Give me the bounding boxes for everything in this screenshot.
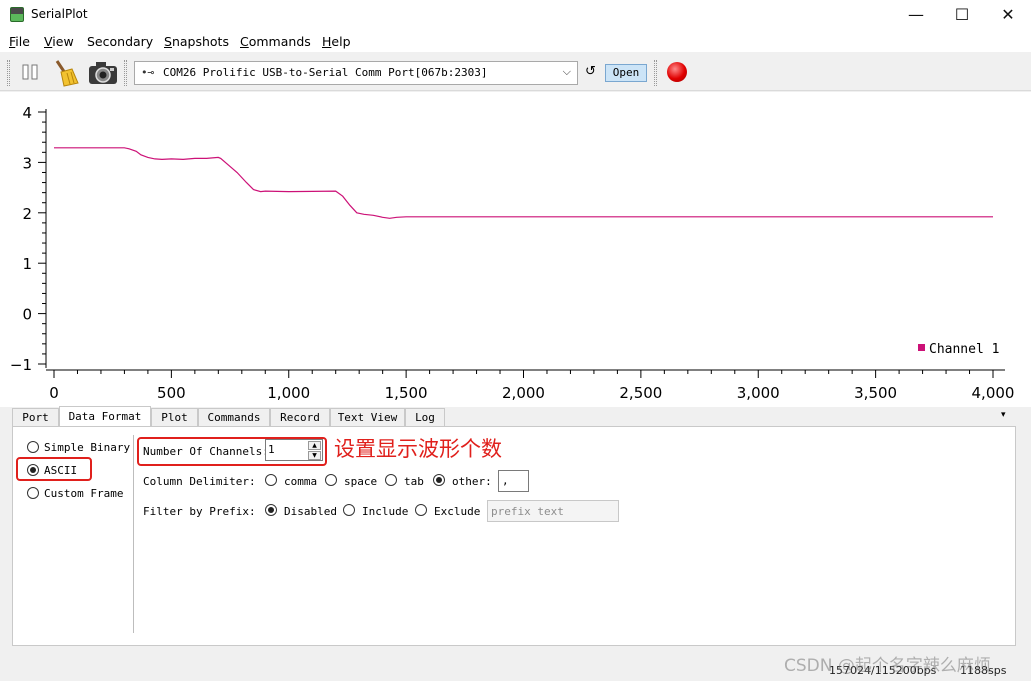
y-tick-label: 4 — [22, 104, 32, 122]
usb-icon: •⊸ — [141, 66, 155, 79]
chevron-down-icon[interactable]: ⌵ — [563, 65, 571, 79]
maximize-button[interactable]: ☐ — [939, 0, 985, 30]
format-divider — [133, 435, 134, 633]
x-tick-label: 1,000 — [267, 384, 310, 402]
tab-menu-arrow-icon[interactable]: ▾ — [1001, 410, 1006, 420]
title-bar: SerialPlot — ☐ ✕ — [0, 0, 1031, 30]
plot-legend[interactable]: Channel 1 — [918, 342, 999, 357]
toolbar-grip[interactable] — [654, 60, 657, 86]
plot-background — [0, 92, 1031, 407]
menu-file[interactable]: File — [9, 34, 30, 49]
prefix-input[interactable]: prefix text — [487, 500, 619, 522]
port-select-value: COM26 Prolific USB-to-Serial Comm Port[0… — [163, 66, 488, 79]
clear-button[interactable] — [52, 59, 79, 87]
tab-port[interactable]: Port — [12, 408, 59, 427]
open-button[interactable]: Open — [605, 64, 647, 82]
radio-other[interactable] — [433, 474, 445, 486]
tab-commands[interactable]: Commands — [198, 408, 270, 427]
toolbar: •⊸ COM26 Prolific USB-to-Serial Comm Por… — [0, 53, 1031, 91]
tab-data-format[interactable]: Data Format — [59, 406, 151, 427]
delimiter-label: Column Delimiter: — [143, 475, 256, 488]
snapshot-button[interactable] — [88, 59, 117, 85]
watermark: CSDN @起个名字辣么麻烦 — [784, 656, 991, 676]
menu-help[interactable]: Help — [322, 34, 351, 49]
radio-prefix-exclude-label[interactable]: Exclude — [434, 505, 480, 518]
x-tick-label: 1,500 — [385, 384, 428, 402]
y-tick-label: 3 — [22, 154, 32, 172]
radio-prefix-include-label[interactable]: Include — [362, 505, 408, 518]
plot-area[interactable]: 4 3 2 1 0 −1 0 500 1,000 1,500 2,000 2,500 3,000 3,50… — [0, 92, 1031, 407]
menu-view[interactable]: View — [44, 34, 74, 49]
x-tick-label: 3,500 — [854, 384, 897, 402]
tab-log[interactable]: Log — [405, 408, 445, 427]
camera-snapshot-icon — [89, 62, 117, 84]
broom-clear-icon — [55, 60, 79, 87]
radio-tab-label[interactable]: tab — [404, 475, 424, 488]
x-tick-label: 500 — [157, 384, 186, 402]
menu-secondary[interactable]: Secondary — [87, 34, 153, 49]
toolbar-grip[interactable] — [7, 60, 10, 86]
radio-prefix-disabled[interactable] — [265, 504, 277, 516]
x-tick-label: 4,000 — [972, 384, 1015, 402]
highlight-box-ascii — [16, 457, 92, 481]
y-tick-label: −1 — [10, 356, 32, 374]
tab-text-view[interactable]: Text View — [330, 408, 405, 427]
app-icon — [10, 7, 24, 22]
y-tick-label: 2 — [22, 205, 32, 223]
x-tick-label: 2,500 — [619, 384, 662, 402]
radio-tab[interactable] — [385, 474, 397, 486]
radio-prefix-disabled-label[interactable]: Disabled — [284, 505, 337, 518]
menu-commands[interactable]: Commands — [240, 34, 311, 49]
x-tick-label: 0 — [49, 384, 59, 402]
y-tick-label: 1 — [22, 255, 32, 273]
legend-swatch — [918, 344, 925, 351]
minimize-button[interactable]: — — [893, 0, 939, 30]
highlight-box-channels — [137, 437, 327, 466]
refresh-icon[interactable]: ↺ — [585, 64, 596, 79]
tab-plot[interactable]: Plot — [151, 408, 198, 427]
radio-simple-binary-label[interactable]: Simple Binary — [44, 441, 130, 454]
radio-prefix-include[interactable] — [343, 504, 355, 516]
radio-comma-label[interactable]: comma — [284, 475, 317, 488]
toolbar-grip[interactable] — [124, 60, 127, 86]
port-select[interactable]: •⊸ COM26 Prolific USB-to-Serial Comm Por… — [134, 61, 578, 85]
radio-space-label[interactable]: space — [344, 475, 377, 488]
pause-icon — [22, 64, 38, 80]
delimiter-input[interactable]: , — [498, 470, 529, 492]
close-button[interactable]: ✕ — [985, 0, 1031, 30]
delimiter-value: , — [502, 474, 509, 487]
radio-custom-frame[interactable] — [27, 487, 39, 499]
radio-other-label[interactable]: other: — [452, 475, 492, 488]
window-title: SerialPlot — [31, 7, 88, 21]
annotation-text: 设置显示波形个数 — [334, 437, 502, 461]
pause-button[interactable] — [18, 59, 44, 85]
tab-record[interactable]: Record — [270, 408, 330, 427]
data-format-panel: Simple Binary ASCII Custom Frame Number … — [12, 426, 1016, 646]
radio-prefix-exclude[interactable] — [415, 504, 427, 516]
prefix-filter-label: Filter by Prefix: — [143, 505, 256, 518]
record-icon[interactable] — [667, 62, 687, 82]
prefix-placeholder: prefix text — [491, 505, 564, 518]
x-tick-label: 3,000 — [737, 384, 780, 402]
radio-space[interactable] — [325, 474, 337, 486]
legend-label[interactable]: Channel 1 — [929, 342, 999, 357]
y-tick-label: 0 — [22, 306, 32, 324]
radio-custom-frame-label[interactable]: Custom Frame — [44, 487, 123, 500]
x-tick-label: 2,000 — [502, 384, 545, 402]
menu-bar: File View Secondary Snapshots Commands H… — [0, 30, 1031, 52]
radio-simple-binary[interactable] — [27, 441, 39, 453]
menu-snapshots[interactable]: Snapshots — [164, 34, 229, 49]
radio-comma[interactable] — [265, 474, 277, 486]
